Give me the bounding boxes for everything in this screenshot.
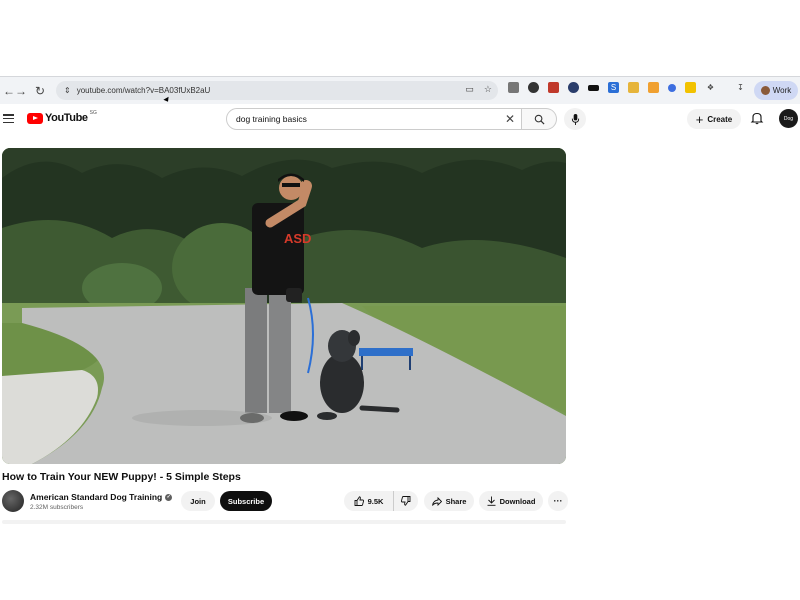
lock-extension-icon[interactable] (548, 82, 559, 93)
search-icon (534, 114, 545, 125)
verified-icon: ✓ (165, 493, 173, 501)
youtube-header: YouTube SG dog training basics ✕ + Creat… (0, 104, 800, 134)
channel-name-link[interactable]: American Standard Dog Training ✓ (30, 492, 173, 502)
puzzle-extension-icon[interactable]: ❖ (705, 82, 716, 93)
url-text: youtube.com/watch?v=BA03fUxB2aU (76, 86, 211, 95)
dislike-button[interactable] (394, 491, 418, 511)
voice-search-button[interactable] (564, 108, 586, 130)
profile-avatar-icon (760, 86, 770, 95)
subscriber-count: 2.32M subscribers (30, 504, 84, 511)
more-icon: ··· (553, 496, 563, 506)
profile-chip[interactable]: Work (754, 81, 798, 100)
create-label: Create (707, 114, 733, 124)
bookmark-extension-icon[interactable] (628, 82, 639, 93)
bell-icon[interactable] (750, 111, 764, 125)
forward-icon[interactable]: → (12, 82, 30, 100)
download-icon (487, 496, 496, 506)
channel-avatar[interactable] (2, 490, 24, 512)
subscribe-button[interactable]: Subscribe (220, 491, 272, 511)
shield-extension-icon[interactable] (528, 82, 539, 93)
account-initials: Dog (783, 115, 794, 122)
shirt-logo-text: ASD (284, 231, 311, 246)
mask-extension-icon[interactable] (588, 84, 599, 91)
s-extension-icon[interactable]: S (608, 82, 619, 93)
download-button[interactable]: Download (479, 491, 543, 511)
reload-icon[interactable]: ↻ (31, 82, 49, 100)
download-browser-icon[interactable]: ↧ (735, 82, 746, 93)
orange-extension-icon[interactable] (648, 82, 659, 93)
channel-action-row: American Standard Dog Training ✓ 2.32M s… (2, 490, 572, 514)
people-extension-icon[interactable] (568, 82, 579, 93)
more-actions-button[interactable]: ··· (548, 491, 568, 511)
site-info-icon[interactable]: ⇕ (64, 86, 71, 95)
menu-icon[interactable] (3, 114, 14, 123)
blue-dot-extension-icon[interactable] (668, 83, 676, 92)
like-button[interactable]: 9.5K (344, 491, 394, 511)
create-button[interactable]: + Create (687, 109, 741, 129)
youtube-play-icon (27, 112, 43, 124)
plus-icon: + (695, 111, 704, 127)
video-frame: ASD (2, 148, 566, 464)
logo-country-code: SG (89, 110, 97, 116)
extensions-row: S ❖ ↧ ≡ (508, 82, 766, 93)
cast-icon[interactable]: ▭ (465, 84, 474, 95)
browser-toolbar: ← → ↻ ⇕ youtube.com/watch?v=BA03fUxB2aU … (0, 76, 800, 104)
yellow-extension-icon[interactable] (685, 82, 696, 93)
star-icon[interactable]: ☆ (484, 84, 492, 95)
video-title: How to Train Your NEW Puppy! - 5 Simple … (2, 471, 241, 483)
video-player[interactable]: ASD (2, 148, 566, 464)
profile-label: Work (772, 86, 792, 95)
share-button[interactable]: Share (424, 491, 474, 511)
screen: ← → ↻ ⇕ youtube.com/watch?v=BA03fUxB2aU … (0, 0, 800, 600)
search-input[interactable]: dog training basics ✕ (226, 108, 522, 130)
dislike-icon (401, 496, 411, 506)
like-dislike-group: 9.5K (344, 491, 418, 511)
like-icon (354, 496, 364, 506)
clear-search-icon[interactable]: ✕ (505, 112, 515, 126)
share-icon (431, 496, 442, 506)
description-box-edge[interactable] (2, 520, 566, 524)
download-label: Download (499, 496, 536, 506)
mic-icon (571, 113, 579, 125)
search-button[interactable] (522, 108, 557, 130)
youtube-logo[interactable]: YouTube SG (27, 110, 97, 124)
address-bar[interactable]: ⇕ youtube.com/watch?v=BA03fUxB2aU ▭ ☆ (56, 81, 498, 100)
join-button[interactable]: Join (181, 491, 215, 511)
search-query-text: dog training basics (236, 114, 307, 124)
channel-name: American Standard Dog Training (30, 492, 163, 502)
share-label: Share (445, 496, 467, 506)
camera-extension-icon[interactable] (508, 82, 519, 93)
like-count: 9.5K (367, 496, 384, 506)
youtube-logo-text: YouTube (45, 112, 88, 124)
account-avatar[interactable]: Dog (779, 109, 798, 128)
